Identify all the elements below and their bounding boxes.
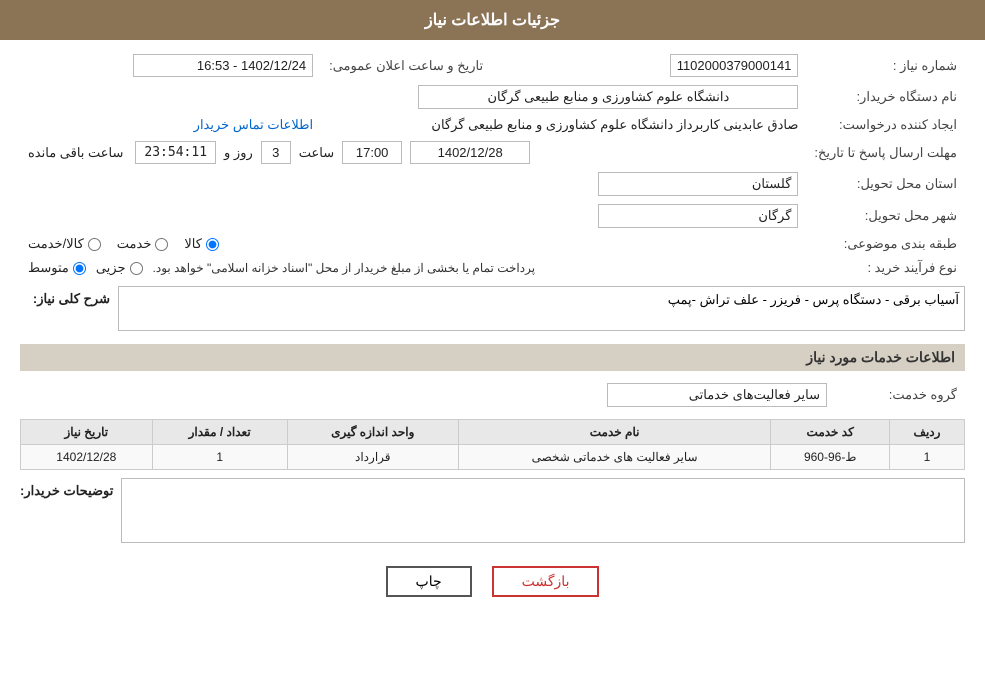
province-value: گلستان	[598, 172, 798, 196]
buyer-desc-label: توضیحات خریدار:	[20, 478, 113, 499]
info-table-top: شماره نیاز : 1102000379000141 تاریخ و سا…	[20, 50, 965, 280]
need-number-cell: 1102000379000141	[513, 50, 806, 81]
announcement-label: تاریخ و ساعت اعلان عمومی:	[321, 50, 513, 81]
contact-link-cell: اطلاعات تماس خریدار	[20, 113, 321, 137]
creator-value: صادق عابدینی کاربرداز دانشگاه علوم کشاور…	[431, 117, 798, 132]
buyer-desc-textarea	[121, 478, 965, 543]
footer-buttons: بازگشت چاپ	[20, 566, 965, 597]
contact-link[interactable]: اطلاعات تماس خریدار	[194, 117, 313, 132]
need-number-value: 1102000379000141	[670, 54, 799, 77]
buyer-desc-row: توضیحات خریدار:	[20, 478, 965, 546]
purchase-type-cell: متوسط جزیی پرداخت تمام یا بخشی از مبلغ خ…	[20, 256, 806, 280]
service-group-value: سایر فعالیت‌های خدماتی	[607, 383, 827, 407]
category-service: خدمت	[117, 236, 169, 252]
purchase-medium-radio[interactable]	[73, 262, 86, 275]
cell-quantity: 1	[152, 445, 287, 470]
announcement-cell: 1402/12/24 - 16:53	[20, 50, 321, 81]
purchase-radio-group: متوسط جزیی	[28, 260, 143, 276]
province-cell: گلستان	[20, 168, 806, 200]
purchase-note: پرداخت تمام یا بخشی از مبلغ خریدار از مح…	[153, 261, 536, 275]
category-goods-service-label: کالا/خدمت	[28, 236, 84, 252]
deadline-cell: ساعت باقی مانده 23:54:11 روز و 3 ساعت 17…	[20, 137, 806, 168]
buyer-org-value: دانشگاه علوم کشاورزی و منابع طبیعی گرگان	[418, 85, 798, 109]
province-label: استان محل تحویل:	[806, 168, 965, 200]
cell-service-code: ط-96-960	[771, 445, 890, 470]
need-desc-content	[118, 286, 965, 334]
service-group-cell: سایر فعالیت‌های خدماتی	[20, 379, 835, 411]
need-desc-label: شرح کلی نیاز:	[20, 286, 110, 307]
cell-service-name: سایر فعالیت های خدماتی شخصی	[458, 445, 771, 470]
category-goods-radio[interactable]	[206, 238, 219, 251]
category-service-label: خدمت	[117, 236, 152, 252]
city-label: شهر محل تحویل:	[806, 200, 965, 232]
services-section-title: اطلاعات خدمات مورد نیاز	[20, 344, 965, 371]
category-goods: کالا	[184, 236, 219, 252]
category-goods-label: کالا	[184, 236, 202, 252]
category-service-radio[interactable]	[155, 238, 168, 251]
back-button[interactable]: بازگشت	[492, 566, 600, 597]
deadline-row: ساعت باقی مانده 23:54:11 روز و 3 ساعت 17…	[28, 141, 798, 164]
purchase-type-label: نوع فرآیند خرید :	[806, 256, 965, 280]
deadline-days-value: 3	[261, 141, 291, 164]
deadline-time-value: 17:00	[342, 141, 402, 164]
deadline-days-label: روز و	[224, 145, 253, 161]
buyer-org-label: نام دستگاه خریدار:	[806, 81, 965, 113]
deadline-date-value: 1402/12/28	[410, 141, 530, 164]
purchase-partial-radio[interactable]	[130, 262, 143, 275]
page-wrapper: جزئیات اطلاعات نیاز شماره نیاز : 1102000…	[0, 0, 985, 691]
page-title: جزئیات اطلاعات نیاز	[425, 12, 560, 29]
city-value: گرگان	[598, 204, 798, 228]
purchase-medium: متوسط	[28, 260, 86, 276]
col-row-num: ردیف	[890, 420, 965, 445]
purchase-partial-label: جزیی	[96, 260, 126, 276]
need-number-label: شماره نیاز :	[806, 50, 965, 81]
cell-row-num: 1	[890, 445, 965, 470]
category-cell: کالا/خدمت خدمت کالا	[20, 232, 806, 256]
need-desc-row: شرح کلی نیاز:	[20, 286, 965, 334]
print-button[interactable]: چاپ	[386, 566, 472, 597]
creator-label: ایجاد کننده درخواست:	[806, 113, 965, 137]
need-desc-textarea	[118, 286, 965, 331]
deadline-remaining-label: ساعت باقی مانده	[28, 145, 123, 161]
buyer-desc-content	[121, 478, 965, 546]
purchase-medium-label: متوسط	[28, 260, 69, 276]
announcement-value: 1402/12/24 - 16:53	[133, 54, 313, 77]
cell-need-date: 1402/12/28	[21, 445, 153, 470]
category-label: طبقه بندی موضوعی:	[806, 232, 965, 256]
page-header: جزئیات اطلاعات نیاز	[0, 0, 985, 40]
col-service-code: کد خدمت	[771, 420, 890, 445]
col-service-name: نام خدمت	[458, 420, 771, 445]
buyer-org-cell: دانشگاه علوم کشاورزی و منابع طبیعی گرگان	[20, 81, 806, 113]
service-group-table: گروه خدمت: سایر فعالیت‌های خدماتی	[20, 379, 965, 411]
city-cell: گرگان	[20, 200, 806, 232]
category-radio-group: کالا/خدمت خدمت کالا	[28, 236, 798, 252]
col-quantity: تعداد / مقدار	[152, 420, 287, 445]
deadline-label: مهلت ارسال پاسخ تا تاریخ:	[806, 137, 965, 168]
category-goods-service: کالا/خدمت	[28, 236, 101, 252]
col-need-date: تاریخ نیاز	[21, 420, 153, 445]
table-row: 1 ط-96-960 سایر فعالیت های خدماتی شخصی ق…	[21, 445, 965, 470]
deadline-time-label: ساعت	[299, 145, 334, 161]
main-content: شماره نیاز : 1102000379000141 تاریخ و سا…	[0, 40, 985, 607]
service-group-label: گروه خدمت:	[835, 379, 965, 411]
category-goods-service-radio[interactable]	[88, 238, 101, 251]
cell-unit: قرارداد	[287, 445, 458, 470]
creator-cell: صادق عابدینی کاربرداز دانشگاه علوم کشاور…	[321, 113, 806, 137]
col-unit: واحد اندازه گیری	[287, 420, 458, 445]
deadline-remaining-value: 23:54:11	[135, 141, 216, 164]
services-table: ردیف کد خدمت نام خدمت واحد اندازه گیری ت…	[20, 419, 965, 470]
purchase-partial: جزیی	[96, 260, 143, 276]
